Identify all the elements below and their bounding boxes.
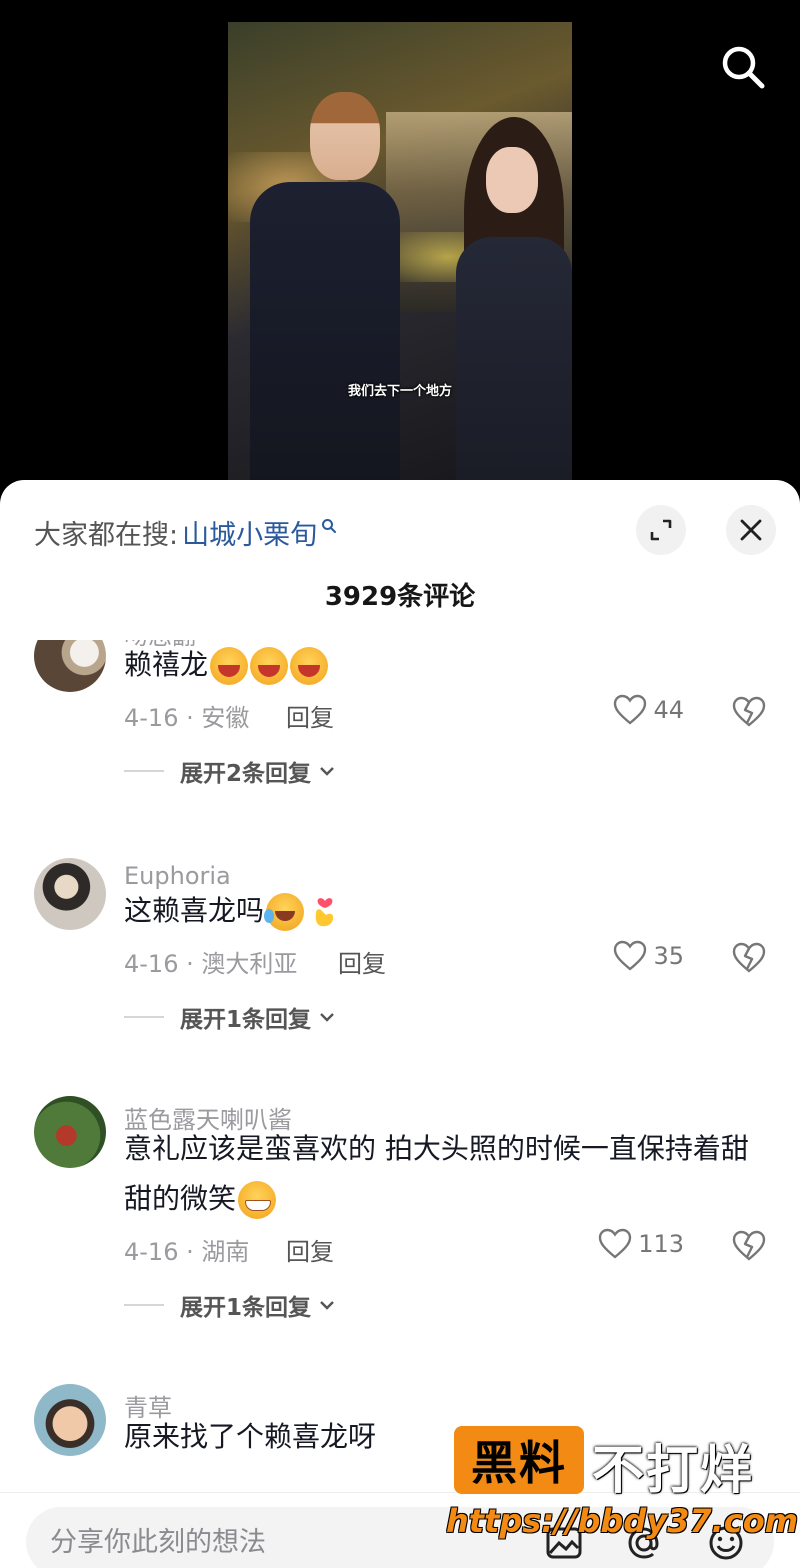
video-person-face (486, 147, 538, 213)
avatar[interactable] (34, 1384, 106, 1456)
watermark-url: https://bbdy37.com (446, 1502, 799, 1540)
search-icon (322, 519, 337, 533)
broken-heart-icon (732, 1230, 766, 1261)
video-caption: 我们去下一个地方 (347, 384, 452, 399)
trending-search[interactable]: 大家都在搜: 山城小栗旬 (34, 510, 337, 554)
comment-text: 意礼应该是蛮喜欢的 拍大头照的时候一直保持着甜甜的微笑 (124, 1124, 774, 1224)
comment-text-body: 赖禧龙 (124, 648, 209, 681)
divider (124, 1304, 164, 1306)
search-button[interactable] (718, 42, 768, 92)
like-button[interactable]: 35 (613, 940, 684, 972)
dislike-button[interactable] (732, 942, 766, 978)
trending-search-label: 大家都在搜: (34, 519, 179, 551)
video-person-body (456, 237, 572, 480)
avatar[interactable] (34, 640, 106, 692)
broken-heart-icon (732, 696, 766, 727)
expand-replies-button[interactable]: 展开1条回复 (124, 1288, 335, 1322)
like-count: 113 (638, 1230, 684, 1258)
comment-date-location: 4-16 · 澳大利亚 (124, 950, 298, 978)
heart-icon (614, 694, 647, 725)
comment-list[interactable]: 吻恋翻 赖禧龙 4-16 · 安徽 回复 44 (0, 640, 800, 1490)
expand-replies-button[interactable]: 展开2条回复 (124, 754, 335, 788)
video-person-man (250, 92, 400, 480)
comment-text: 赖禧龙 (124, 640, 774, 690)
search-icon (722, 46, 765, 89)
expand-replies-button[interactable]: 展开1条回复 (124, 1000, 335, 1034)
chevron-down-icon (320, 767, 334, 776)
dislike-button[interactable] (732, 1230, 766, 1266)
video-person-head (310, 92, 380, 180)
heart-icon (598, 1228, 632, 1259)
avatar[interactable] (34, 1096, 106, 1168)
video-frame[interactable]: 我们去下一个地方 (228, 22, 572, 480)
laughing-emoji-icon (290, 647, 329, 685)
comment-text-body: 原来找了个赖喜龙呀 (124, 1420, 377, 1453)
laughing-emoji-icon (210, 647, 249, 685)
expand-replies-label: 展开1条回复 (180, 1007, 312, 1033)
heart-icon (614, 940, 647, 971)
app-root: 我们去下一个地方 大家都在搜: 山城小栗旬 3929条评论 赖禧龙 4-16 ·… (0, 0, 800, 1568)
grinning-emoji-icon (238, 1181, 277, 1219)
expand-sheet-button[interactable] (636, 505, 686, 555)
comment-text-body: 这赖喜龙吗 (124, 894, 265, 927)
close-icon (740, 519, 762, 541)
divider (124, 1016, 164, 1018)
comment-sheet: 大家都在搜: 山城小栗旬 3929条评论 吻恋翻 (0, 480, 800, 1568)
watermark-box: 黑料 (454, 1426, 584, 1494)
broken-heart-icon (732, 942, 766, 973)
watermark: 黑料 不打烊 https://bbdy37.com (446, 1426, 798, 1546)
expand-icon (650, 519, 672, 541)
video-player[interactable]: 我们去下一个地方 (0, 0, 800, 500)
like-count: 35 (653, 942, 684, 970)
expand-replies-label: 展开2条回复 (180, 761, 312, 787)
reply-button[interactable]: 回复 (286, 698, 334, 733)
comment-text: 这赖喜龙吗 (124, 886, 774, 936)
comment-date-location: 4-16 · 安徽 (124, 704, 250, 732)
trending-search-keyword[interactable]: 山城小栗旬 (182, 513, 317, 552)
reply-button[interactable]: 回复 (338, 944, 386, 979)
like-count: 44 (653, 696, 684, 724)
like-button[interactable]: 44 (613, 694, 684, 726)
video-person-body (250, 182, 400, 480)
avatar[interactable] (34, 858, 106, 930)
close-sheet-button[interactable] (726, 505, 776, 555)
expand-replies-label: 展开1条回复 (180, 1295, 312, 1321)
like-button[interactable]: 113 (598, 1228, 684, 1260)
crying-laughing-emoji-icon (264, 893, 305, 931)
comment-text-body: 意礼应该是蛮喜欢的 拍大头照的时候一直保持着甜甜的微笑 (124, 1132, 749, 1215)
watermark-side-text: 不打烊 (592, 1441, 755, 1501)
finger-heart-emoji-icon (306, 893, 344, 931)
dislike-button[interactable] (732, 696, 766, 732)
comments-count: 3929条评论 (324, 582, 476, 612)
comment-date-location: 4-16 · 湖南 (124, 1238, 250, 1266)
chevron-down-icon (320, 1301, 334, 1310)
reply-button[interactable]: 回复 (286, 1232, 334, 1267)
video-person-woman (450, 117, 572, 480)
chevron-down-icon (320, 1013, 334, 1022)
divider (124, 770, 164, 772)
laughing-emoji-icon (250, 647, 289, 685)
